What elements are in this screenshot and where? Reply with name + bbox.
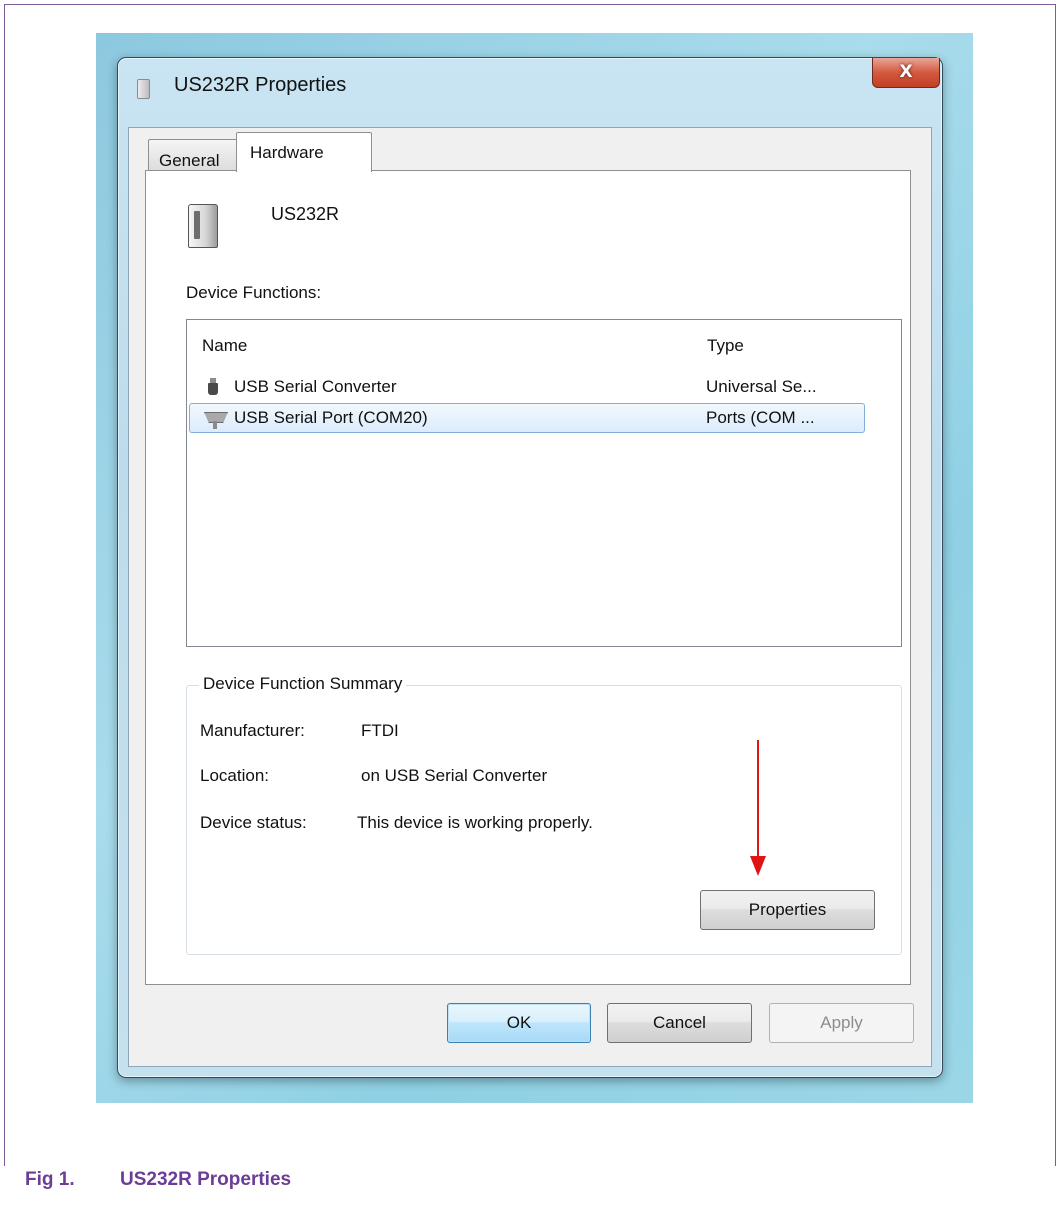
annotation-arrow-head: [750, 856, 766, 876]
device-icon: [137, 79, 150, 99]
list-item-selected[interactable]: USB Serial Port (COM20) Ports (COM ...: [189, 403, 865, 433]
device-name: US232R: [271, 204, 340, 224]
device-function-summary: Device Function Summary Manufacturer: FT…: [186, 674, 902, 955]
cancel-button[interactable]: Cancel: [607, 1003, 752, 1043]
tab-general[interactable]: General: [148, 139, 238, 171]
ok-button[interactable]: OK: [447, 1003, 591, 1043]
list-item-name: USB Serial Converter: [234, 377, 397, 396]
device-icon: [188, 204, 218, 248]
apply-button: Apply: [769, 1003, 914, 1043]
device-status-value: This device is working properly.: [357, 813, 593, 832]
tab-hardware[interactable]: Hardware: [236, 132, 372, 172]
serial-port-icon: [204, 410, 228, 429]
column-header-type[interactable]: Type: [707, 336, 744, 356]
title-bar[interactable]: US232R Properties X: [118, 58, 942, 114]
manufacturer-value: FTDI: [361, 721, 399, 740]
list-item-type: Universal Se...: [706, 377, 817, 396]
close-icon: X: [899, 62, 913, 82]
device-functions-label: Device Functions:: [186, 283, 322, 302]
annotation-arrow-line: [757, 740, 759, 860]
location-label: Location:: [200, 766, 269, 785]
location-value: on USB Serial Converter: [361, 766, 548, 785]
close-button[interactable]: X: [872, 58, 940, 88]
caption-text: US232R Properties: [120, 1169, 292, 1190]
dialog-client-area: General Hardware US232R Device Functions…: [128, 127, 932, 1067]
caption-number: Fig 1.: [25, 1169, 75, 1190]
usb-plug-icon: [207, 378, 219, 396]
hardware-tab-panel: US232R Device Functions: Name Type USB S…: [145, 170, 911, 985]
list-item-type: Ports (COM ...: [706, 408, 815, 427]
properties-dialog: US232R Properties X General Hardware US2…: [117, 57, 943, 1078]
device-functions-list[interactable]: Name Type USB Serial Converter Universal…: [186, 319, 902, 647]
column-header-name[interactable]: Name: [202, 336, 247, 356]
properties-button[interactable]: Properties: [700, 890, 875, 930]
summary-title: Device Function Summary: [199, 674, 407, 694]
window-title: US232R Properties: [174, 74, 347, 96]
manufacturer-label: Manufacturer:: [200, 721, 305, 740]
list-item-name: USB Serial Port (COM20): [234, 408, 428, 427]
device-status-label: Device status:: [200, 813, 307, 832]
list-item[interactable]: USB Serial Converter Universal Se...: [189, 372, 865, 402]
